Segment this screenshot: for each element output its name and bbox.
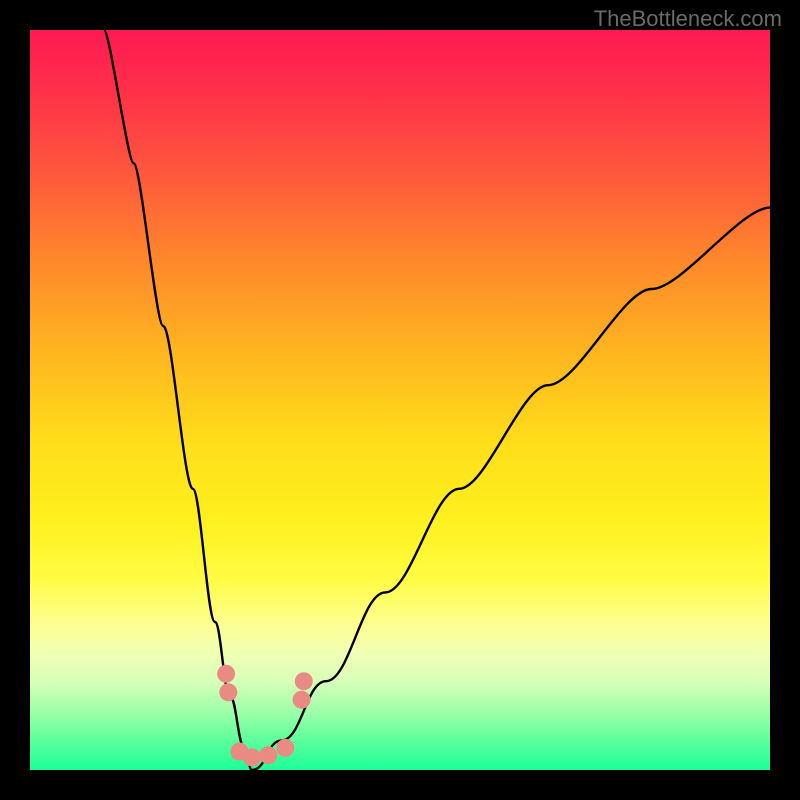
data-marker (219, 683, 237, 701)
left-curve (104, 30, 252, 770)
data-marker (259, 746, 277, 764)
data-marker (276, 739, 294, 757)
plot-area (30, 30, 770, 770)
data-marker (217, 665, 235, 683)
watermark-text: TheBottleneck.com (594, 6, 782, 32)
data-marker (243, 748, 261, 766)
chart-svg (30, 30, 770, 770)
right-curve (252, 208, 770, 770)
data-marker (293, 691, 311, 709)
valley-markers (217, 665, 313, 767)
data-marker (295, 672, 313, 690)
